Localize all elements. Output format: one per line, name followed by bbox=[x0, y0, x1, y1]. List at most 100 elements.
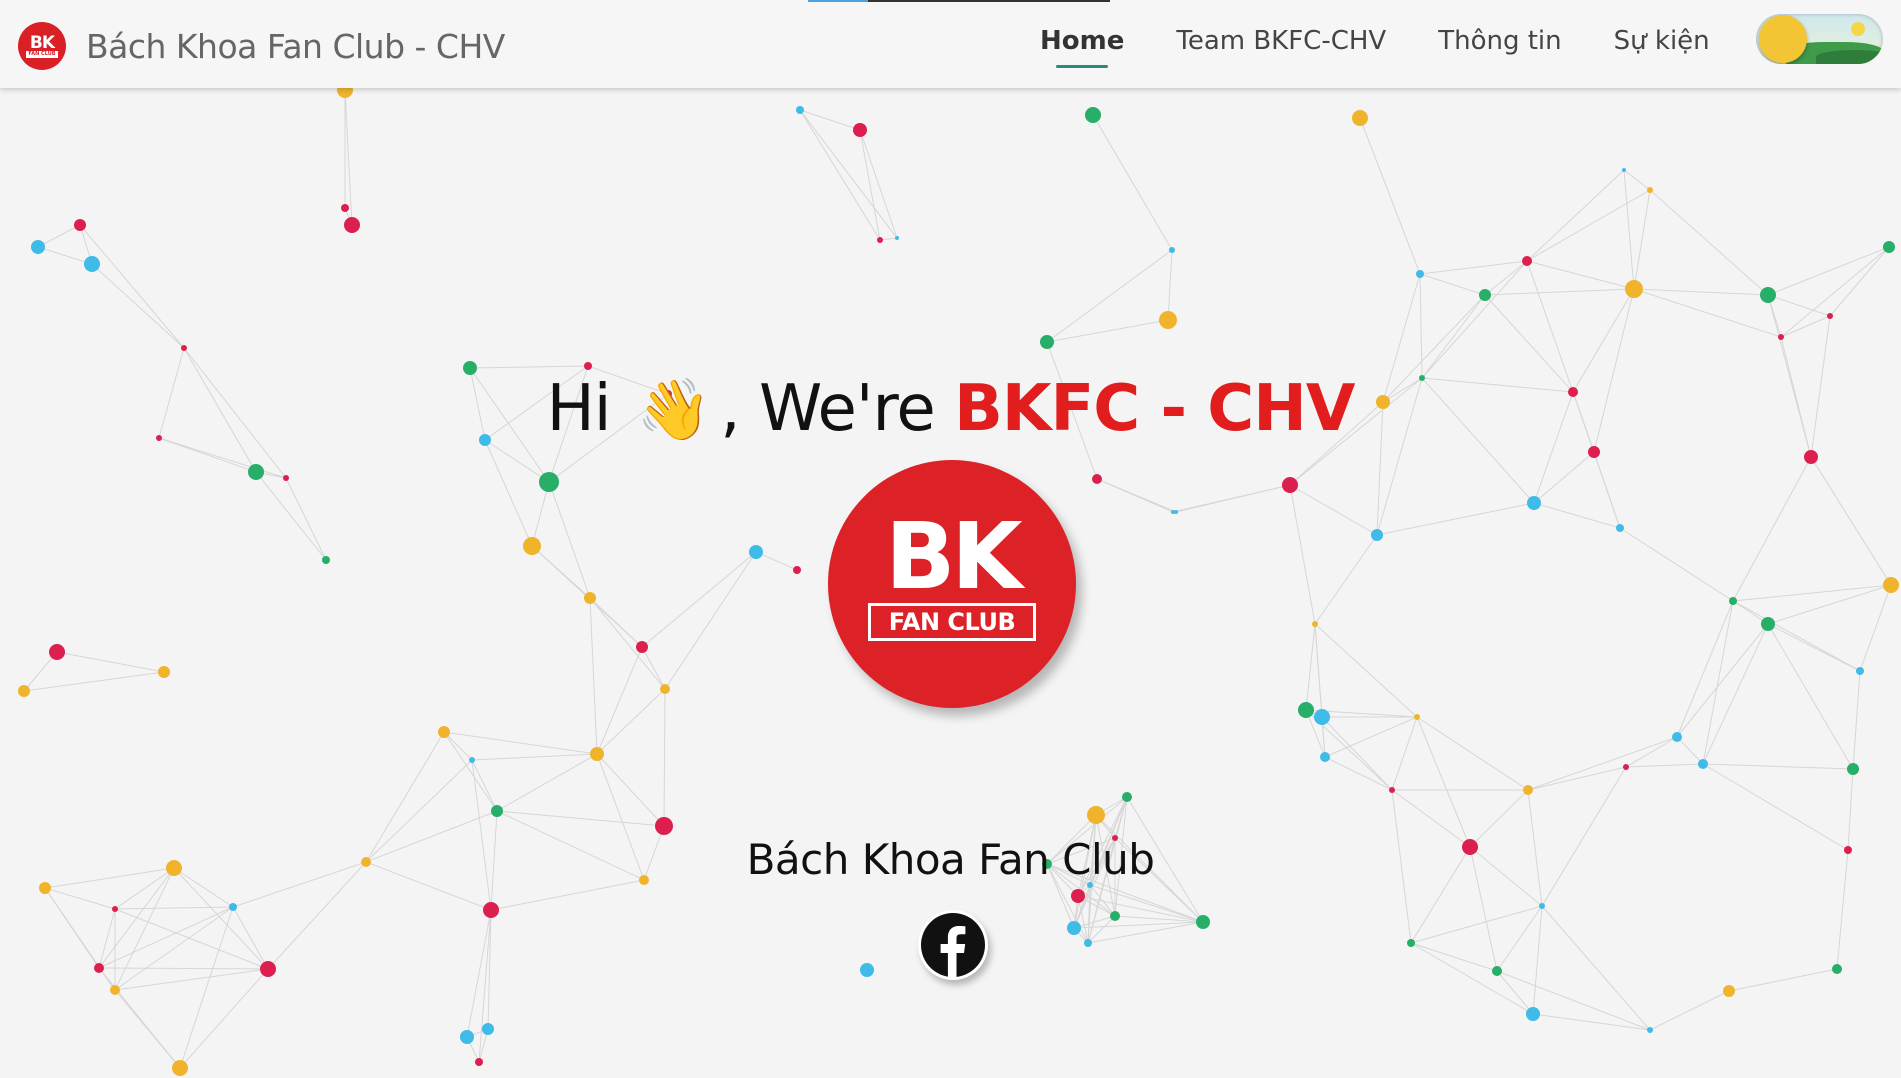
network-dot bbox=[1159, 311, 1177, 329]
network-link bbox=[664, 551, 757, 690]
network-dot bbox=[749, 545, 763, 559]
facebook-icon bbox=[921, 913, 985, 978]
top-navbar: BK FAN CLUB Bách Khoa Fan Club - CHV Hom… bbox=[0, 0, 1901, 88]
network-dot bbox=[1539, 903, 1545, 909]
waving-hand-icon: 👋 bbox=[636, 375, 712, 445]
network-link bbox=[1593, 451, 1621, 529]
network-dot bbox=[1622, 168, 1626, 172]
network-dot bbox=[74, 219, 86, 231]
network-dot bbox=[1847, 763, 1859, 775]
facebook-link[interactable] bbox=[918, 910, 988, 980]
network-link bbox=[1633, 288, 1782, 338]
network-link bbox=[98, 906, 234, 969]
network-link bbox=[1419, 260, 1528, 275]
network-dot bbox=[1122, 792, 1132, 802]
network-link bbox=[179, 906, 234, 1069]
network-link bbox=[1410, 942, 1498, 972]
network-link bbox=[1496, 970, 1651, 1031]
toggle-knob[interactable] bbox=[1759, 15, 1807, 63]
network-link bbox=[1623, 169, 1651, 191]
network-link bbox=[1416, 716, 1529, 791]
network-dot bbox=[1312, 621, 1318, 627]
network-link bbox=[1376, 502, 1535, 536]
theme-toggle[interactable] bbox=[1756, 14, 1883, 64]
network-dot bbox=[475, 1058, 483, 1066]
network-link bbox=[37, 246, 93, 265]
network-link bbox=[466, 909, 492, 1038]
network-dot bbox=[1526, 1007, 1540, 1021]
network-dot bbox=[853, 123, 867, 137]
network-dot bbox=[1407, 939, 1415, 947]
nav-item-home[interactable]: Home bbox=[1040, 26, 1124, 68]
network-dot bbox=[1760, 287, 1776, 303]
network-dot bbox=[1832, 964, 1842, 974]
network-dot bbox=[1314, 709, 1330, 725]
network-link bbox=[1532, 1013, 1651, 1031]
network-link bbox=[859, 129, 898, 239]
network-dot bbox=[1523, 785, 1533, 795]
network-dot bbox=[1414, 714, 1420, 720]
network-dot bbox=[181, 345, 187, 351]
network-dot bbox=[248, 464, 264, 480]
network-link bbox=[1625, 763, 1704, 768]
network-link bbox=[114, 968, 269, 991]
network-link bbox=[1859, 584, 1892, 672]
network-dot bbox=[539, 472, 559, 492]
network-dot bbox=[655, 817, 673, 835]
network-link bbox=[1391, 716, 1418, 791]
network-link bbox=[23, 671, 165, 692]
network-link bbox=[799, 109, 898, 239]
network-dot bbox=[469, 757, 475, 763]
network-link bbox=[1633, 288, 1769, 296]
network-link bbox=[1810, 456, 1892, 586]
network-link bbox=[1541, 905, 1651, 1031]
nav-item-events[interactable]: Sự kiện bbox=[1614, 26, 1710, 64]
network-link bbox=[1092, 114, 1173, 251]
network-link bbox=[1421, 294, 1486, 379]
network-dot bbox=[483, 902, 499, 918]
nav-item-info[interactable]: Thông tin bbox=[1438, 26, 1561, 64]
network-link bbox=[799, 109, 861, 131]
network-dot bbox=[1522, 256, 1532, 266]
network-dot bbox=[1169, 247, 1175, 253]
network-dot bbox=[1282, 477, 1298, 493]
brand-title[interactable]: Bách Khoa Fan Club - CHV bbox=[86, 27, 505, 66]
network-dot bbox=[1110, 911, 1120, 921]
network-dot bbox=[1778, 334, 1784, 340]
brand[interactable]: BK FAN CLUB Bách Khoa Fan Club - CHV bbox=[18, 22, 505, 70]
network-link bbox=[91, 263, 185, 349]
network-dot bbox=[482, 1023, 494, 1035]
network-dot bbox=[584, 362, 592, 370]
network-link bbox=[471, 753, 598, 761]
network-dot bbox=[344, 217, 360, 233]
network-link bbox=[1702, 600, 1734, 765]
network-link bbox=[232, 906, 269, 970]
network-dot bbox=[491, 805, 503, 817]
network-dot bbox=[1171, 510, 1175, 514]
network-link bbox=[1167, 249, 1173, 321]
network-link bbox=[1767, 294, 1831, 317]
network-link bbox=[1324, 756, 1393, 791]
network-dot bbox=[1723, 985, 1735, 997]
network-dot bbox=[1416, 270, 1424, 278]
network-dot bbox=[341, 204, 349, 212]
network-dot bbox=[1856, 667, 1864, 675]
network-link bbox=[1314, 623, 1418, 718]
network-dot bbox=[1371, 529, 1383, 541]
network-link bbox=[589, 597, 643, 648]
brand-logo[interactable]: BK FAN CLUB bbox=[18, 22, 66, 70]
network-dot bbox=[283, 475, 289, 481]
network-link bbox=[1633, 189, 1651, 290]
network-link bbox=[1676, 623, 1769, 738]
network-dot bbox=[158, 666, 170, 678]
network-link bbox=[1359, 117, 1421, 275]
network-dot bbox=[172, 1060, 188, 1076]
nav-item-team[interactable]: Team BKFC-CHV bbox=[1176, 26, 1386, 64]
network-dot bbox=[1092, 474, 1102, 484]
network-dot bbox=[49, 644, 65, 660]
network-dot bbox=[1196, 915, 1210, 929]
network-link bbox=[179, 968, 269, 1069]
network-dot bbox=[1827, 313, 1833, 319]
network-link bbox=[114, 908, 269, 970]
hills-decoration-back bbox=[1816, 50, 1883, 64]
